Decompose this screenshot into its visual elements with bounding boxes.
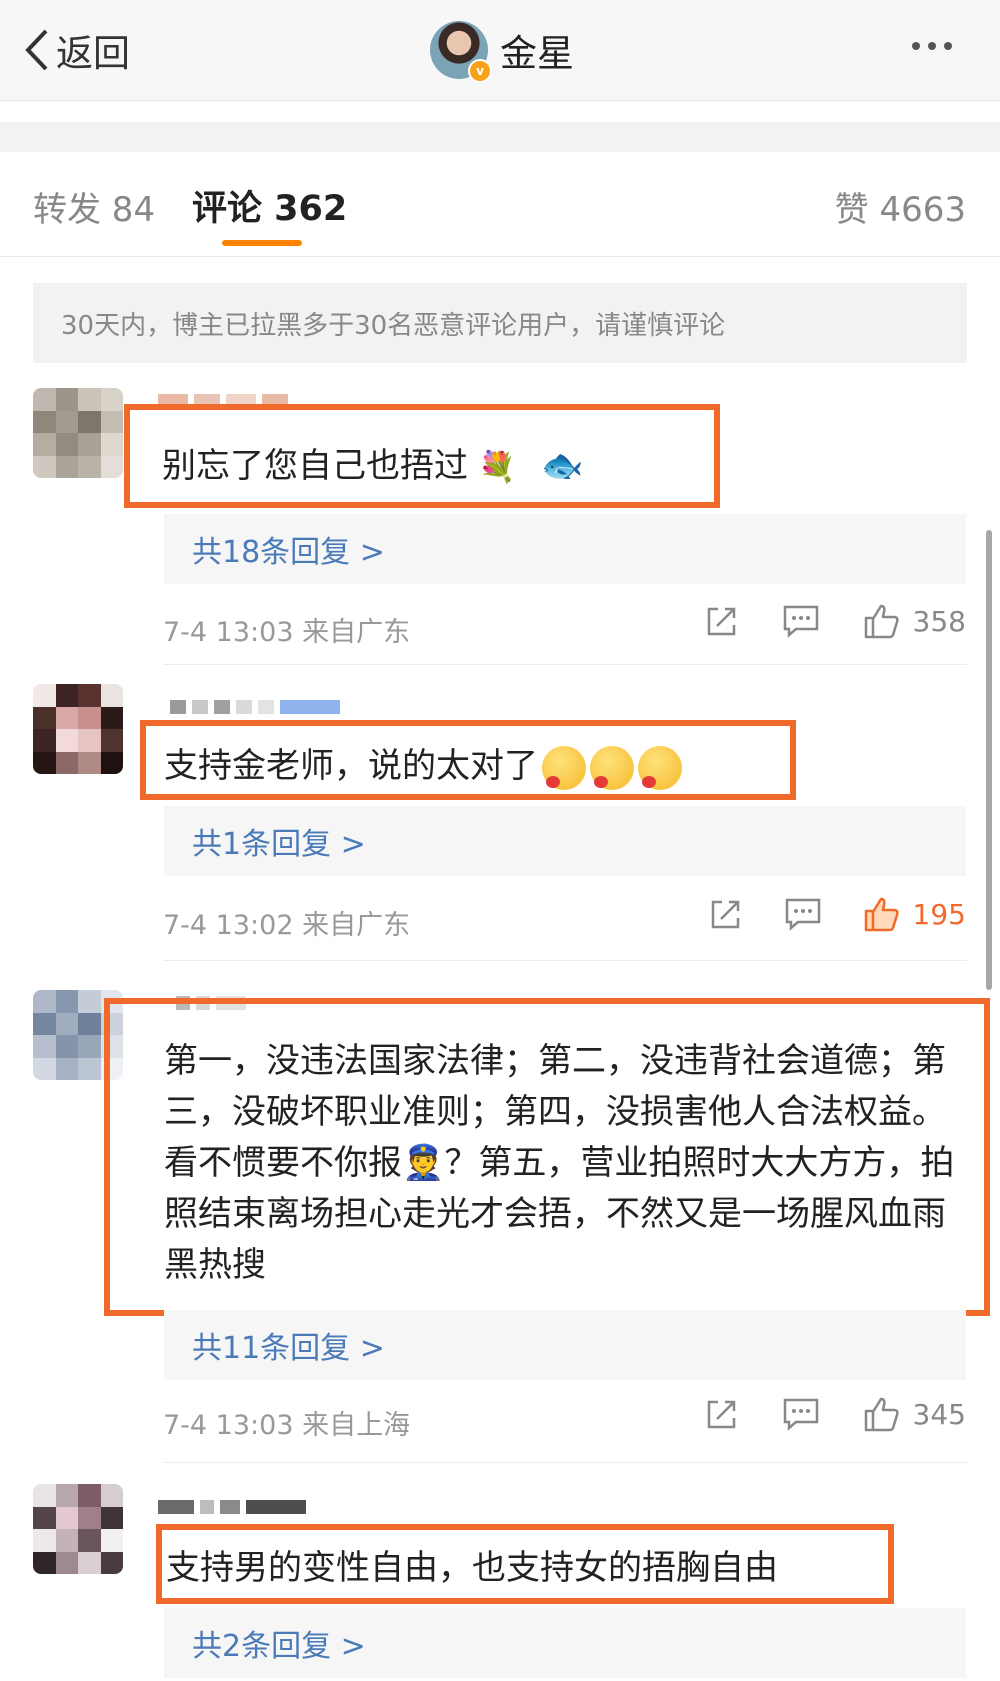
divider xyxy=(163,664,967,665)
author-avatar[interactable]: v xyxy=(430,21,492,83)
comment-text: 别忘了您自己也捂过 💐 🐟 xyxy=(162,446,584,486)
view-replies-link[interactable]: 共11条回复 > xyxy=(164,1310,966,1380)
emoji-icon: 💐 xyxy=(478,450,517,485)
commenter-avatar[interactable] xyxy=(33,388,123,478)
like-count: 358 xyxy=(912,604,966,638)
thumbs-up-icon xyxy=(864,897,899,932)
tab-bar: 转发 84 评论 362 赞 4663 xyxy=(0,152,1000,257)
comment-meta: 7-4 13:03 来自上海 xyxy=(163,1410,411,1441)
like-button[interactable]: 345 xyxy=(863,1395,966,1433)
share-icon[interactable] xyxy=(704,1396,740,1432)
comment-actions: 345 xyxy=(704,1395,966,1433)
comment-text: 支持男的变性自由，也支持女的捂胸自由 xyxy=(166,1548,778,1588)
thumbs-up-icon xyxy=(864,1397,899,1432)
comment-meta: 7-4 13:02 来自广东 xyxy=(163,910,411,941)
like-button[interactable]: 195 xyxy=(863,895,966,933)
back-label: 返回 xyxy=(56,32,130,75)
divider xyxy=(163,1462,967,1463)
tab-likes[interactable]: 赞 4663 xyxy=(835,182,966,231)
tab-comments[interactable]: 评论 362 xyxy=(192,180,347,231)
author-profile[interactable]: v 金星 xyxy=(430,20,574,83)
divider xyxy=(163,960,967,961)
verified-badge-icon: v xyxy=(468,59,492,83)
view-replies-link[interactable]: 共2条回复 > xyxy=(164,1608,966,1678)
more-options-icon[interactable] xyxy=(912,42,952,50)
share-icon[interactable] xyxy=(704,603,740,639)
thumbs-up-icon xyxy=(864,604,899,639)
comment-meta: 7-4 13:03 来自广东 xyxy=(163,617,411,648)
reply-comment-icon[interactable] xyxy=(782,604,820,638)
chevron-left-icon xyxy=(25,29,48,71)
view-replies-link[interactable]: 共1条回复 > xyxy=(164,806,966,876)
commenter-avatar[interactable] xyxy=(33,684,123,774)
scrollbar[interactable] xyxy=(986,530,992,990)
author-name: 金星 xyxy=(500,32,574,75)
comment-actions: 358 xyxy=(704,602,966,640)
love-emoji-icon xyxy=(542,745,586,790)
love-emoji-icon xyxy=(590,745,634,790)
tab-repost[interactable]: 转发 84 xyxy=(33,182,155,231)
share-icon[interactable] xyxy=(708,896,744,932)
reply-comment-icon[interactable] xyxy=(784,897,822,931)
commenter-username-blurred[interactable] xyxy=(170,700,340,714)
reply-comment-icon[interactable] xyxy=(782,1397,820,1431)
comment-text: 第一，没违法国家法律；第二，没违背社会道德；第三，没破坏职业准则；第四，没损害他… xyxy=(164,1041,955,1285)
active-tab-indicator xyxy=(222,240,302,246)
comment-actions: 195 xyxy=(708,895,966,933)
moderation-notice: 30天内，博主已拉黑多于30名恶意评论用户，请谨慎评论 xyxy=(33,283,967,363)
love-emoji-icon xyxy=(638,745,682,790)
view-replies-link[interactable]: 共18条回复 > xyxy=(164,514,966,584)
back-button[interactable]: 返回 xyxy=(22,22,130,78)
like-count: 345 xyxy=(912,1397,966,1431)
commenter-username-blurred[interactable] xyxy=(158,1500,306,1514)
comment-text: 支持金老师，说的太对了 xyxy=(164,738,682,790)
like-count: 195 xyxy=(912,897,966,931)
commenter-avatar[interactable] xyxy=(33,1484,123,1574)
like-button[interactable]: 358 xyxy=(863,602,966,640)
section-separator xyxy=(0,122,1000,152)
fish-emoji-icon: 🐟 xyxy=(540,446,584,486)
